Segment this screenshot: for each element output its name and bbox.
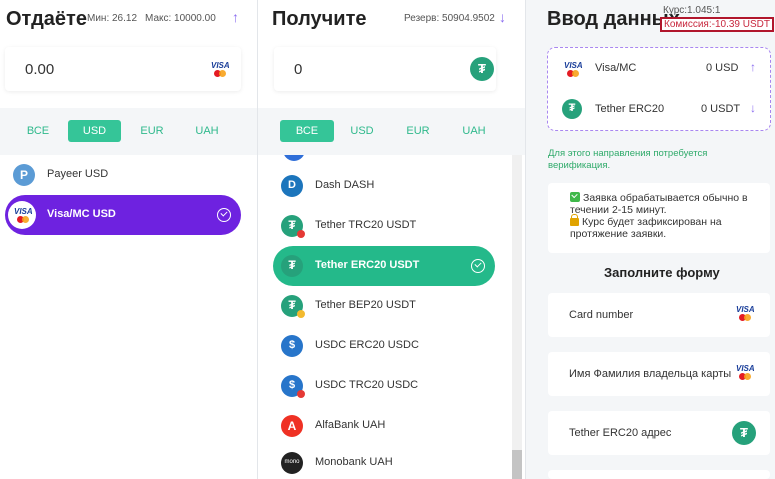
- get-item-usdc-trc20[interactable]: $ USDC TRC20 USDC: [273, 366, 495, 406]
- card-number-placeholder: Card number: [569, 309, 634, 321]
- give-tab-all[interactable]: ВСЕ: [17, 120, 59, 142]
- alfabank-icon: A: [281, 415, 303, 437]
- info-line-1: Заявка обрабатывается обычно в течении 2…: [570, 192, 748, 216]
- cardholder-name-field[interactable]: Имя Фамилия владельца карты VISA: [548, 352, 770, 396]
- sort-up-icon[interactable]: ↑: [232, 9, 239, 25]
- tether-address-placeholder: Tether ERC20 адрес: [569, 427, 672, 439]
- tether-icon: ₮: [470, 57, 494, 81]
- get-tab-usd[interactable]: USD: [341, 120, 383, 142]
- direction-to-row: ₮ Tether ERC20 0 USDT ↓: [548, 89, 770, 129]
- next-field-partial[interactable]: [548, 470, 770, 479]
- give-item-payeer[interactable]: P Payeer USD: [5, 155, 241, 195]
- commission-badge: Комиссия:-10.39 USDT: [660, 17, 774, 32]
- visa-mastercard-icon: VISA: [736, 364, 755, 380]
- get-header: Получите Резерв: 50904.9502 ↓: [258, 0, 525, 40]
- get-amount-field[interactable]: 0 ₮: [274, 47, 496, 91]
- lock-icon: [570, 214, 579, 226]
- tether-icon: ₮: [281, 255, 303, 277]
- get-title: Получите: [272, 8, 367, 30]
- list-item-label: USDC TRC20 USDC: [315, 379, 419, 391]
- form-title: Заполните форму: [604, 265, 720, 280]
- list-item-label: Dash DASH: [315, 179, 375, 191]
- info-rate-fixed: Курс будет зафиксирован на протяжение за…: [570, 214, 760, 240]
- get-item-monobank[interactable]: mono Monobank UAH: [273, 443, 495, 479]
- tether-icon: ₮: [732, 421, 756, 445]
- list-scrollbar-thumb[interactable]: [512, 450, 522, 479]
- bnb-badge-icon: [297, 310, 305, 318]
- tron-badge-icon: [297, 230, 305, 238]
- give-amount-field[interactable]: 0.00 VISA: [5, 47, 241, 91]
- usdc-icon: $: [281, 335, 303, 357]
- list-item-label: Monobank UAH: [315, 456, 393, 468]
- arrow-down-icon: ↓: [750, 101, 756, 115]
- info-box: Заявка обрабатывается обычно в течении 2…: [548, 183, 770, 253]
- info-line-2: Курс будет зафиксирован на протяжение за…: [570, 216, 722, 240]
- direction-from-name: Visa/MC: [595, 62, 637, 74]
- max-amount: Макс: 10000.00: [145, 13, 216, 24]
- tron-badge-icon: [297, 390, 305, 398]
- direction-to-value: 0 USDT: [701, 103, 741, 115]
- payeer-icon: P: [13, 164, 35, 186]
- arrow-up-icon: ↑: [750, 60, 756, 74]
- card-number-field[interactable]: Card number VISA: [548, 293, 770, 337]
- get-tab-all[interactable]: ВСЕ: [280, 120, 334, 142]
- get-item-tether-trc20[interactable]: ₮ Tether TRC20 USDT: [273, 206, 495, 246]
- check-icon: [471, 259, 485, 273]
- list-item-label: Tether ERC20 USDT: [315, 259, 420, 271]
- check-icon: [570, 192, 580, 202]
- min-amount: Мин: 26.12: [87, 13, 138, 24]
- direction-from-value: 0 USD: [706, 62, 739, 74]
- give-tab-uah[interactable]: UAH: [186, 120, 228, 142]
- list-item-label: Tether TRC20 USDT: [315, 219, 417, 231]
- info-processing-time: Заявка обрабатывается обычно в течении 2…: [570, 192, 760, 216]
- give-tab-eur[interactable]: EUR: [131, 120, 173, 142]
- coin-icon: [283, 155, 305, 161]
- list-item-label: Visa/MC USD: [47, 208, 116, 220]
- dash-icon: D: [281, 175, 303, 197]
- list-scrollbar-track[interactable]: [512, 155, 522, 479]
- reserve-amount: Резерв: 50904.9502: [404, 13, 495, 24]
- get-amount-value: 0: [294, 61, 303, 78]
- list-item-label: USDC ERC20 USDC: [315, 339, 419, 351]
- visa-mastercard-icon: VISA: [736, 305, 755, 321]
- cardholder-name-placeholder: Имя Фамилия владельца карты: [569, 368, 732, 380]
- get-item-tether-bep20[interactable]: ₮ Tether BEP20 USDT: [273, 286, 495, 326]
- monobank-icon: mono: [281, 452, 303, 474]
- give-header: Отдаёте Мин: 26.12 Макс: 10000.00 ↑: [0, 0, 257, 40]
- give-title: Отдаёте: [6, 8, 87, 30]
- visa-mastercard-icon: VISA: [564, 61, 583, 77]
- list-item-label: AlfaBank UAH: [315, 419, 386, 431]
- get-item-tether-erc20[interactable]: ₮ Tether ERC20 USDT: [273, 246, 495, 286]
- tether-icon: ₮: [562, 99, 582, 119]
- direction-from-row: VISA Visa/MC 0 USD ↑: [548, 48, 770, 88]
- get-item-partial[interactable]: [273, 155, 495, 163]
- get-tab-uah[interactable]: UAH: [453, 120, 495, 142]
- visa-mastercard-icon: VISA: [8, 201, 36, 229]
- get-item-dash[interactable]: D Dash DASH: [273, 166, 495, 206]
- give-tab-usd[interactable]: USD: [68, 120, 121, 142]
- visa-mastercard-icon: VISA: [211, 61, 230, 77]
- direction-summary: VISA Visa/MC 0 USD ↑ ₮ Tether ERC20 0 US…: [547, 47, 771, 131]
- give-item-visa-mc[interactable]: VISA Visa/MC USD: [5, 195, 241, 235]
- get-item-alfabank[interactable]: A AlfaBank UAH: [273, 406, 495, 446]
- get-tab-eur[interactable]: EUR: [397, 120, 439, 142]
- give-amount-value: 0.00: [25, 61, 55, 78]
- direction-to-name: Tether ERC20: [595, 103, 665, 115]
- list-item-label: Payeer USD: [47, 168, 109, 180]
- sort-down-icon[interactable]: ↓: [499, 9, 506, 25]
- tether-address-field[interactable]: Tether ERC20 адрес ₮: [548, 411, 770, 455]
- exchange-rate: Курс:1.045:1: [663, 5, 721, 16]
- verification-notice: Для этого направления потребуется верифи…: [548, 148, 708, 171]
- list-item-label: Tether BEP20 USDT: [315, 299, 416, 311]
- get-item-usdc-erc20[interactable]: $ USDC ERC20 USDC: [273, 326, 495, 366]
- check-icon: [217, 208, 231, 222]
